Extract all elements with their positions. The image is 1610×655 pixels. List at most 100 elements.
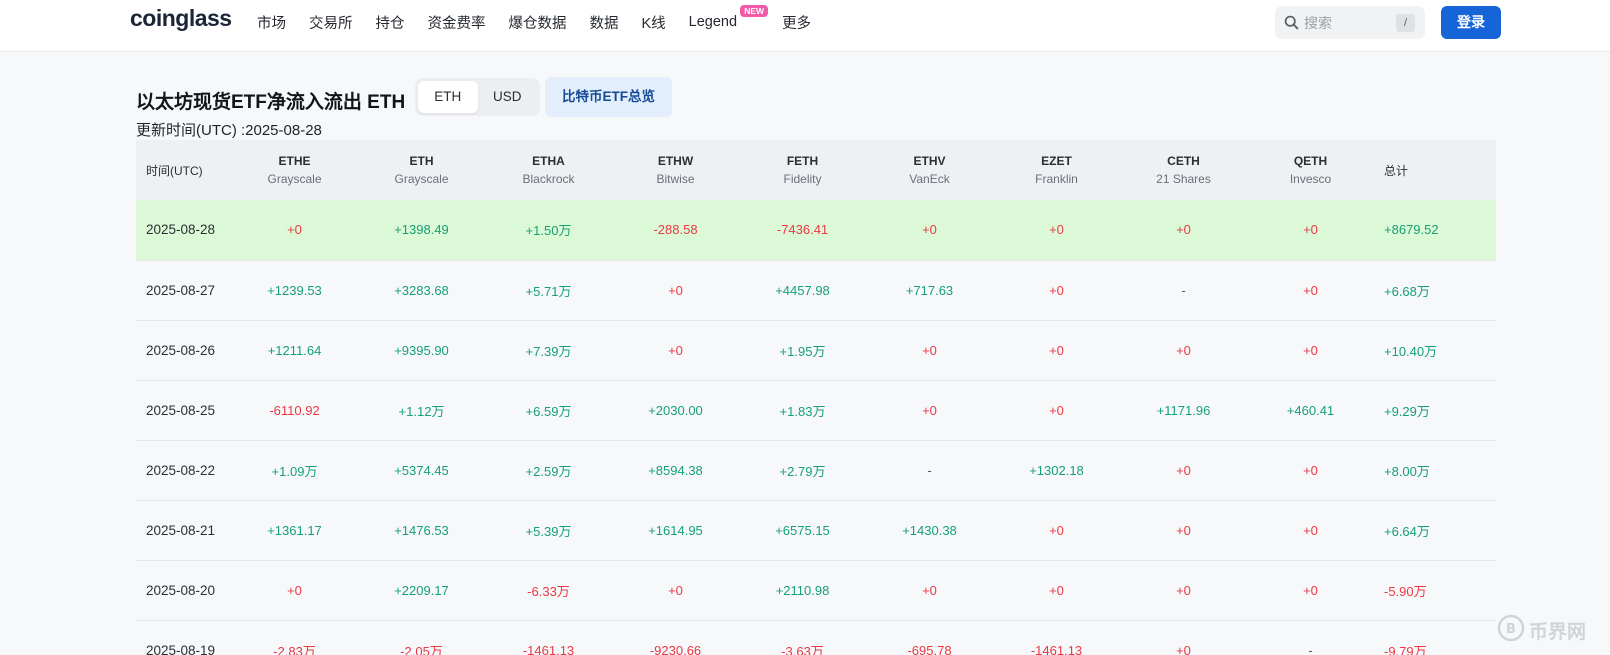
flow-cell: +9395.90 — [394, 342, 449, 358]
flow-cell: +0 — [922, 402, 937, 418]
table-row: 2025-08-25 -6110.92 +1.12万 +6.59万 +2030.… — [136, 380, 1496, 440]
nav-item-open-interest[interactable]: 持仓 — [376, 12, 405, 33]
date-cell: 2025-08-28 — [146, 222, 216, 238]
flow-cell: +1398.49 — [394, 222, 449, 238]
login-button[interactable]: 登录 — [1441, 6, 1501, 39]
flow-cell: +0 — [1049, 402, 1064, 418]
flow-cell: +2209.17 — [394, 582, 449, 598]
column-header-eth[interactable]: ETH Grayscale — [358, 140, 485, 200]
flow-cell: -2.05万 — [400, 643, 443, 655]
nav-item-funding-rate[interactable]: 资金费率 — [428, 12, 486, 33]
nav-item-legend[interactable]: Legend NEW — [689, 5, 769, 30]
total-cell: -9.79万 — [1384, 643, 1427, 655]
flow-cell: +1211.64 — [267, 342, 322, 358]
total-cell: +9.29万 — [1384, 403, 1430, 419]
flow-cell: +2110.98 — [775, 582, 830, 598]
table-row: 2025-08-26 +1211.64 +9395.90 +7.39万 +0 +… — [136, 320, 1496, 380]
column-header-time[interactable]: 时间(UTC) — [136, 140, 231, 200]
flow-cell: +0 — [668, 282, 683, 298]
search-shortcut-key: / — [1396, 14, 1415, 32]
total-cell: +10.40万 — [1384, 343, 1438, 359]
table-body: 2025-08-28 +0 +1398.49 +1.50万 -288.58 -7… — [136, 200, 1496, 655]
column-issuer: 21 Shares — [1156, 172, 1211, 186]
flow-cell: - — [927, 462, 932, 478]
flow-cell: -1461.13 — [1030, 642, 1083, 655]
column-header-ceth[interactable]: CETH 21 Shares — [1120, 140, 1247, 200]
flow-cell: +2030.00 — [648, 402, 703, 418]
unit-toggle: ETH USD — [415, 78, 540, 116]
flow-cell: -3.63万 — [781, 643, 824, 655]
main-nav: 市场 交易所 持仓 资金费率 爆仓数据 数据 K线 Legend NEW 更多 — [257, 0, 834, 44]
date-cell: 2025-08-25 — [146, 402, 216, 418]
flow-cell: +0 — [1303, 522, 1318, 538]
unit-option-eth[interactable]: ETH — [418, 81, 478, 113]
column-header-ethw[interactable]: ETHW Bitwise — [612, 140, 739, 200]
column-header-feth[interactable]: FETH Fidelity — [739, 140, 866, 200]
page-title: 以太坊现货ETF净流入流出 ETH — [136, 92, 406, 113]
nav-item-kline[interactable]: K线 — [642, 12, 666, 33]
search-input[interactable] — [1304, 12, 1389, 33]
nav-item-more[interactable]: 更多 — [782, 12, 811, 33]
column-header-ezet[interactable]: EZET Franklin — [993, 140, 1120, 200]
watermark: B 币界网 — [1497, 612, 1597, 644]
column-issuer: Franklin — [1035, 172, 1078, 186]
flow-cell: +0 — [1303, 222, 1318, 238]
flow-cell: +0 — [922, 582, 937, 598]
flow-cell: +0 — [1049, 342, 1064, 358]
total-cell: -5.90万 — [1384, 583, 1427, 599]
column-code: ETH — [409, 154, 434, 168]
nav-item-exchanges[interactable]: 交易所 — [309, 12, 353, 33]
btc-etf-overview-button[interactable]: 比特币ETF总览 — [545, 77, 672, 117]
top-navbar: coinglass 市场 交易所 持仓 资金费率 爆仓数据 数据 K线 Lege… — [0, 0, 1610, 52]
flow-cell: +1.09万 — [271, 463, 318, 479]
flow-cell: +5.39万 — [525, 523, 572, 539]
flow-cell: +0 — [1049, 222, 1064, 238]
column-issuer: Fidelity — [783, 172, 822, 186]
column-code: ETHW — [657, 154, 694, 168]
flow-cell: -288.58 — [653, 222, 698, 238]
unit-option-usd[interactable]: USD — [478, 81, 538, 113]
flow-cell: +2.79万 — [779, 463, 826, 479]
flow-cell: +1614.95 — [648, 522, 703, 538]
column-header-etha[interactable]: ETHA Blackrock — [485, 140, 612, 200]
total-cell: +8.00万 — [1384, 463, 1430, 479]
search-box[interactable]: / — [1275, 6, 1425, 39]
flow-cell: -695.78 — [907, 642, 952, 655]
column-code: FETH — [786, 154, 819, 168]
column-issuer: Grayscale — [267, 172, 322, 186]
flow-cell: +7.39万 — [525, 343, 572, 359]
nav-item-market[interactable]: 市场 — [257, 12, 286, 33]
column-code: ETHV — [913, 154, 946, 168]
flow-cell: +0 — [668, 582, 683, 598]
date-cell: 2025-08-21 — [146, 522, 216, 538]
flow-cell: +717.63 — [905, 282, 954, 298]
total-cell: +6.64万 — [1384, 523, 1430, 539]
total-cell: +8679.52 — [1384, 222, 1439, 238]
column-code: ETHE — [278, 154, 311, 168]
column-header-qeth[interactable]: QETH Invesco — [1247, 140, 1374, 200]
flow-cell: - — [1308, 642, 1313, 655]
flow-cell: +0 — [1303, 282, 1318, 298]
column-header-ethv[interactable]: ETHV VanEck — [866, 140, 993, 200]
flow-cell: +8594.38 — [648, 462, 703, 478]
column-issuer: Grayscale — [394, 172, 449, 186]
flow-cell: +0 — [1176, 642, 1191, 655]
nav-item-liquidations[interactable]: 爆仓数据 — [509, 12, 567, 33]
flow-cell: -1461.13 — [522, 642, 575, 655]
total-cell: +6.68万 — [1384, 283, 1430, 299]
watermark-text: 币界网 — [1529, 622, 1587, 643]
flow-cell: +0 — [1303, 582, 1318, 598]
nav-item-data[interactable]: 数据 — [590, 12, 619, 33]
column-code: EZET — [1041, 154, 1072, 168]
flow-cell: +4457.98 — [775, 282, 830, 298]
column-issuer: Bitwise — [656, 172, 695, 186]
coinglass-logo[interactable]: coinglass — [130, 5, 232, 32]
flow-cell: +0 — [1176, 342, 1191, 358]
flow-cell: +0 — [1049, 522, 1064, 538]
table-row: 2025-08-28 +0 +1398.49 +1.50万 -288.58 -7… — [136, 200, 1496, 260]
flow-cell: -9230.66 — [649, 642, 702, 655]
column-header-total[interactable]: 总计 — [1374, 140, 1496, 200]
flow-cell: -2.83万 — [273, 643, 316, 655]
table-row: 2025-08-20 +0 +2209.17 -6.33万 +0 +2110.9… — [136, 560, 1496, 620]
column-header-ethe[interactable]: ETHE Grayscale — [231, 140, 358, 200]
